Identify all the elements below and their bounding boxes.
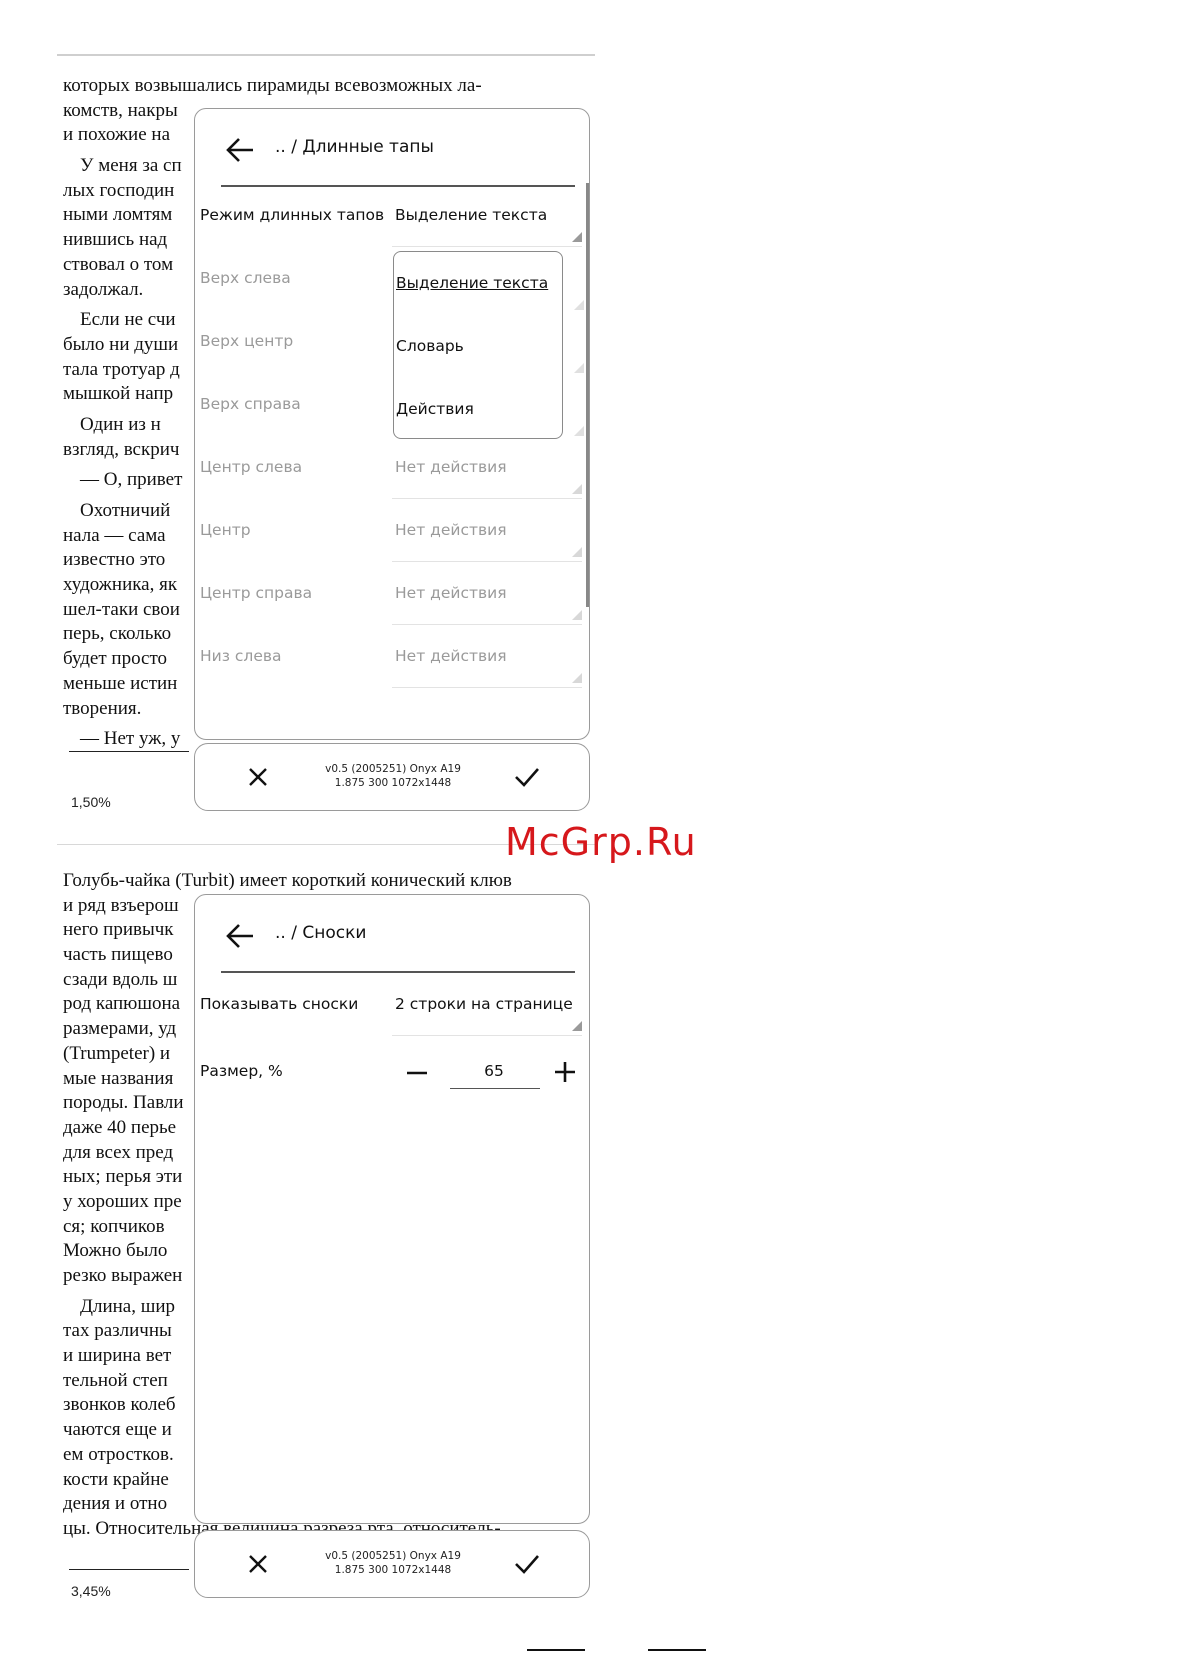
setting-label: Центр слева <box>200 458 303 476</box>
field-underline <box>392 246 582 247</box>
field-underline <box>392 687 582 688</box>
watermark: McGrp.Ru <box>505 820 697 864</box>
dialog-footer: v0.5 (2005251) Onyx A19 1.875 300 1072x1… <box>194 743 590 811</box>
minus-icon[interactable] <box>406 1062 428 1084</box>
dropdown-triangle-icon <box>574 426 584 436</box>
back-arrow-icon[interactable] <box>225 135 257 165</box>
footnotes-dialog: .. / Сноски Показывать сноски 2 строки н… <box>194 894 590 1524</box>
version-line-1: v0.5 (2005251) Onyx A19 <box>325 1550 461 1562</box>
dropdown-triangle-icon <box>572 1021 582 1031</box>
dropdown-option[interactable]: Выделение текста <box>396 274 548 292</box>
setting-value[interactable]: Нет действия <box>395 584 507 602</box>
dropdown-option[interactable]: Действия <box>396 400 474 418</box>
field-underline <box>392 561 582 562</box>
setting-value[interactable]: Нет действия <box>395 521 507 539</box>
version-line-2: 1.875 300 1072x1448 <box>334 1564 452 1576</box>
header-divider <box>221 185 575 187</box>
scrollbar[interactable] <box>586 183 589 607</box>
size-row: Размер, % 65 <box>200 1062 580 1122</box>
field-underline <box>392 498 582 499</box>
setting-label: Низ слева <box>200 647 282 665</box>
size-label: Размер, % <box>200 1062 283 1080</box>
text-line: Голубь-чайка (Turbit) имеет короткий кон… <box>63 870 512 891</box>
setting-row[interactable]: Центр справа Нет действия <box>200 584 582 644</box>
plus-icon[interactable] <box>553 1060 577 1084</box>
dialog-header: .. / Сноски <box>195 895 589 975</box>
setting-row[interactable]: Центр слева Нет действия <box>200 458 582 518</box>
progress-line <box>69 1569 189 1570</box>
setting-label: Режим длинных тапов <box>200 206 385 224</box>
version-info: v0.5 (2005251) Onyx A19 1.875 300 1072x1… <box>295 762 491 790</box>
progress-line <box>69 751 189 752</box>
dropdown-triangle-icon <box>572 484 582 494</box>
show-footnotes-value[interactable]: 2 строки на странице <box>395 995 573 1013</box>
close-icon[interactable] <box>247 1553 269 1575</box>
setting-value[interactable]: Нет действия <box>395 647 507 665</box>
setting-row[interactable]: Центр Нет действия <box>200 521 582 581</box>
field-underline <box>392 1035 582 1036</box>
dropdown-triangle-icon <box>574 363 584 373</box>
dialog-header: .. / Длинные тапы <box>195 109 589 189</box>
header-divider <box>221 971 575 973</box>
dropdown-triangle-icon <box>572 610 582 620</box>
long-taps-dialog: .. / Длинные тапы Режим длинных тапов Выд… <box>194 108 590 740</box>
text-line: которых возвышались пирамиды всевозможны… <box>63 75 482 96</box>
checkmark-icon[interactable] <box>513 766 541 788</box>
setting-label: Верх центр <box>200 332 294 350</box>
decorative-dash <box>648 1649 706 1651</box>
dialog-title: .. / Сноски <box>275 923 367 943</box>
show-footnotes-label: Показывать сноски <box>200 995 359 1013</box>
dropdown-menu: Выделение текста Словарь Действия <box>393 251 584 439</box>
setting-label: Центр <box>200 521 251 539</box>
version-info: v0.5 (2005251) Onyx A19 1.875 300 1072x1… <box>295 1549 491 1577</box>
version-line-1: v0.5 (2005251) Onyx A19 <box>325 763 461 775</box>
progress-percent: 3,45% <box>71 1583 111 1599</box>
size-value[interactable]: 65 <box>450 1062 538 1080</box>
checkmark-icon[interactable] <box>513 1553 541 1575</box>
size-underline <box>450 1088 540 1089</box>
progress-percent: 1,50% <box>71 794 111 810</box>
version-line-2: 1.875 300 1072x1448 <box>334 777 452 789</box>
dialog-title: .. / Длинные тапы <box>275 137 434 157</box>
setting-row[interactable]: Низ слева Нет действия <box>200 647 582 707</box>
dialog-footer: v0.5 (2005251) Onyx A19 1.875 300 1072x1… <box>194 1530 590 1598</box>
show-footnotes-row[interactable]: Показывать сноски 2 строки на странице <box>200 995 582 1055</box>
close-icon[interactable] <box>247 766 269 788</box>
field-underline <box>392 624 582 625</box>
setting-value[interactable]: Выделение текста <box>395 206 547 224</box>
dropdown-triangle-icon <box>572 547 582 557</box>
back-arrow-icon[interactable] <box>225 921 257 951</box>
dropdown-triangle-icon <box>572 232 582 242</box>
dropdown-option[interactable]: Словарь <box>396 337 464 355</box>
setting-label: Верх слева <box>200 269 291 287</box>
decorative-dash <box>527 1649 585 1651</box>
setting-label: Верх справа <box>200 395 301 413</box>
setting-label: Центр справа <box>200 584 313 602</box>
dropdown-triangle-icon <box>574 300 584 310</box>
dropdown-triangle-icon <box>572 673 582 683</box>
setting-value[interactable]: Нет действия <box>395 458 507 476</box>
